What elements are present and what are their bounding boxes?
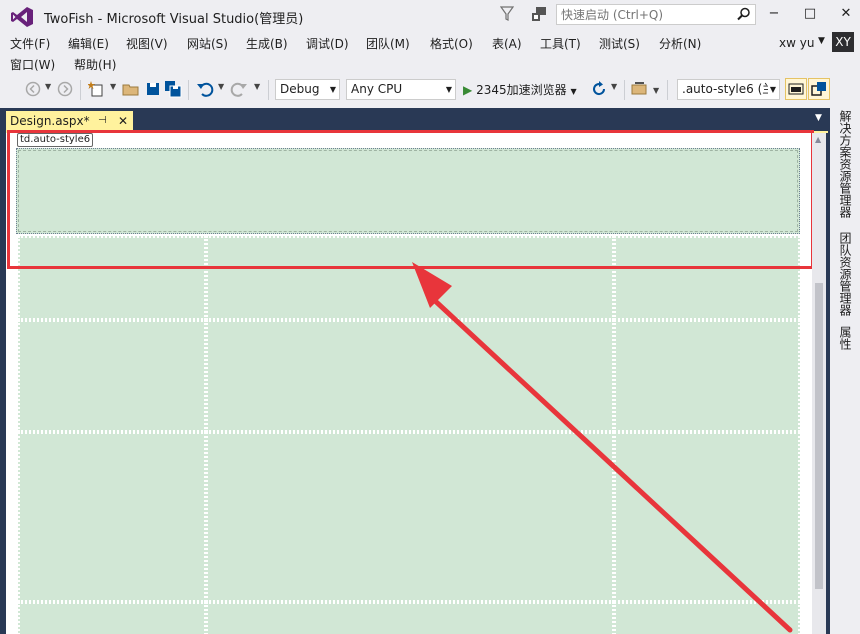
save-all-icon[interactable] (164, 80, 182, 98)
navigate-back-icon[interactable] (24, 80, 42, 98)
user-dropdown-icon[interactable]: ▼ (818, 36, 825, 46)
table-cell[interactable] (18, 320, 206, 432)
chevron-down-icon: ▼ (445, 85, 452, 94)
menu-file[interactable]: 文件(F) (10, 35, 50, 52)
browser-link-icon[interactable] (630, 80, 648, 98)
start-browser-button[interactable]: ▶ 2345加速浏览器 ▼ (463, 81, 577, 98)
close-tab-icon[interactable]: ✕ (118, 111, 128, 131)
side-tab-properties[interactable]: 属性 (836, 326, 854, 350)
quick-launch-box[interactable] (556, 4, 756, 25)
table-cell[interactable] (614, 320, 800, 432)
menu-table[interactable]: 表(A) (492, 35, 522, 52)
tab-label: Design.aspx* (10, 114, 90, 128)
undo-dropdown-icon[interactable]: ▼ (218, 82, 224, 91)
feedback-icon[interactable] (530, 5, 548, 23)
scroll-up-icon[interactable]: ▲ (815, 135, 821, 144)
style-rule-value: .auto-style6 (兰 (682, 82, 775, 96)
maximize-button[interactable]: □ (798, 4, 822, 24)
menu-analyze[interactable]: 分析(N) (659, 35, 701, 52)
menu-view[interactable]: 视图(V) (126, 35, 168, 52)
menu-website[interactable]: 网站(S) (187, 35, 228, 52)
close-window-button[interactable]: ✕ (834, 4, 858, 24)
absolute-position-toggle[interactable] (808, 78, 830, 100)
annotation-highlight-box (7, 130, 814, 269)
play-icon: ▶ (463, 83, 473, 97)
platform-value: Any CPU (351, 82, 403, 96)
configuration-value: Debug (280, 82, 320, 96)
minimize-button[interactable]: − (762, 4, 786, 24)
menu-window[interactable]: 窗口(W) (10, 56, 55, 73)
back-dropdown-icon[interactable]: ▼ (45, 82, 51, 91)
quick-launch-input[interactable] (557, 5, 727, 24)
new-project-dropdown-icon[interactable]: ▼ (110, 82, 116, 91)
chevron-down-icon: ▼ (329, 85, 336, 94)
pin-tab-icon[interactable]: ⊣ (98, 111, 107, 131)
menu-format[interactable]: 格式(O) (430, 35, 473, 52)
menu-help[interactable]: 帮助(H) (74, 56, 116, 73)
save-icon[interactable] (144, 80, 162, 98)
window-title: TwoFish - Microsoft Visual Studio(管理员) (44, 12, 304, 27)
table-cell[interactable] (18, 602, 206, 634)
tab-list-dropdown-icon[interactable]: ▼ (815, 113, 822, 123)
solution-configuration-select[interactable]: Debug ▼ (275, 79, 340, 100)
menu-bar: 文件(F) 编辑(E) 视图(V) 网站(S) 生成(B) 调试(D) 团队(M… (0, 32, 860, 74)
title-bar: TwoFish - Microsoft Visual Studio(管理员) −… (0, 0, 860, 32)
side-tab-team-explorer[interactable]: 团队资源管理器 (836, 232, 854, 316)
solution-platform-select[interactable]: Any CPU ▼ (346, 79, 456, 100)
undo-icon[interactable] (196, 80, 214, 98)
redo-dropdown-icon[interactable]: ▼ (254, 82, 260, 91)
menu-build[interactable]: 生成(B) (246, 35, 288, 52)
table-cell[interactable] (614, 602, 800, 634)
toolbar-separator (188, 80, 189, 100)
table-cell[interactable] (206, 602, 614, 634)
navigate-forward-icon[interactable] (56, 80, 74, 98)
design-view-icon (788, 83, 804, 95)
show-overlay-toggle[interactable] (785, 78, 807, 100)
vertical-scrollbar[interactable]: ▲ (812, 133, 826, 634)
toolbar-overflow-icon[interactable]: ▼ (653, 86, 659, 95)
tab-design-aspx[interactable]: Design.aspx* ⊣ ✕ (6, 111, 133, 131)
table-cell[interactable] (18, 432, 206, 602)
table-cell[interactable] (206, 432, 614, 602)
table-cell[interactable] (206, 320, 614, 432)
menu-debug[interactable]: 调试(D) (306, 35, 349, 52)
notification-filter-icon[interactable] (500, 6, 514, 22)
scrollbar-thumb[interactable] (815, 283, 823, 589)
menu-tools[interactable]: 工具(T) (540, 35, 581, 52)
menu-team[interactable]: 团队(M) (366, 35, 410, 52)
refresh-icon[interactable] (590, 80, 608, 98)
redo-icon[interactable] (230, 80, 248, 98)
side-tab-solution-explorer[interactable]: 解决方案资源管理器 (836, 110, 854, 218)
search-icon[interactable] (737, 7, 751, 21)
chevron-down-icon: ▼ (767, 80, 776, 99)
chevron-down-icon: ▼ (570, 87, 577, 96)
visual-studio-logo-icon (11, 7, 33, 27)
toolbar-separator (268, 80, 269, 100)
menu-test[interactable]: 测试(S) (599, 35, 640, 52)
menu-edit[interactable]: 编辑(E) (68, 35, 109, 52)
refresh-dropdown-icon[interactable]: ▼ (611, 82, 617, 91)
target-rule-select[interactable]: .auto-style6 (兰 ▼ (677, 79, 780, 100)
toolbar-separator (80, 80, 81, 100)
open-file-icon[interactable] (122, 80, 140, 98)
table-cell[interactable] (614, 432, 800, 602)
toolbar-separator (667, 80, 668, 100)
toolbar-separator (624, 80, 625, 100)
user-name[interactable]: xw yu (779, 36, 814, 50)
position-icon (811, 82, 826, 96)
avatar[interactable]: XY (832, 32, 854, 52)
run-label: 2345加速浏览器 (476, 83, 567, 97)
new-project-icon[interactable] (88, 80, 106, 98)
